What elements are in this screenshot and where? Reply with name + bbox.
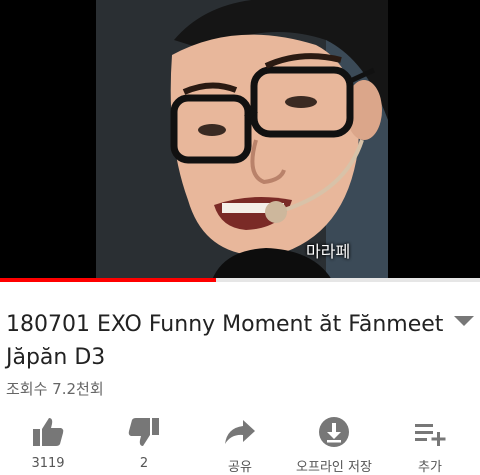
like-count: 3119 — [31, 456, 65, 471]
add-label: 추가 — [418, 460, 442, 475]
video-frame: 마라페 — [96, 0, 388, 280]
thumbs-down-icon — [128, 418, 159, 446]
add-to-playlist-button[interactable]: 추가 — [390, 416, 470, 475]
view-count: 조회수 7.2천회 — [6, 380, 104, 398]
share-button[interactable]: 공유 — [200, 416, 280, 475]
like-button[interactable]: 3119 — [8, 416, 88, 471]
action-bar: 3119 2 공유 오프라인 저장 추가 — [0, 416, 480, 475]
download-icon — [319, 417, 349, 447]
video-player[interactable]: 마라페 — [0, 0, 480, 280]
chevron-down-icon[interactable] — [452, 312, 476, 328]
progress-fill — [0, 278, 216, 282]
share-icon — [225, 420, 255, 444]
share-label: 공유 — [228, 460, 252, 475]
dislike-count: 2 — [139, 456, 149, 471]
add-to-playlist-icon — [415, 424, 446, 446]
dislike-button[interactable]: 2 — [104, 416, 184, 471]
download-label: 오프라인 저장 — [296, 460, 372, 475]
video-title: 180701 EXO Funny Moment ăt Făn­meet Jăpă… — [6, 312, 444, 370]
thumbs-up-icon — [33, 418, 64, 446]
video-subtitle-caption: 마라페 — [306, 242, 351, 261]
download-button[interactable]: 오프라인 저장 — [294, 416, 374, 475]
